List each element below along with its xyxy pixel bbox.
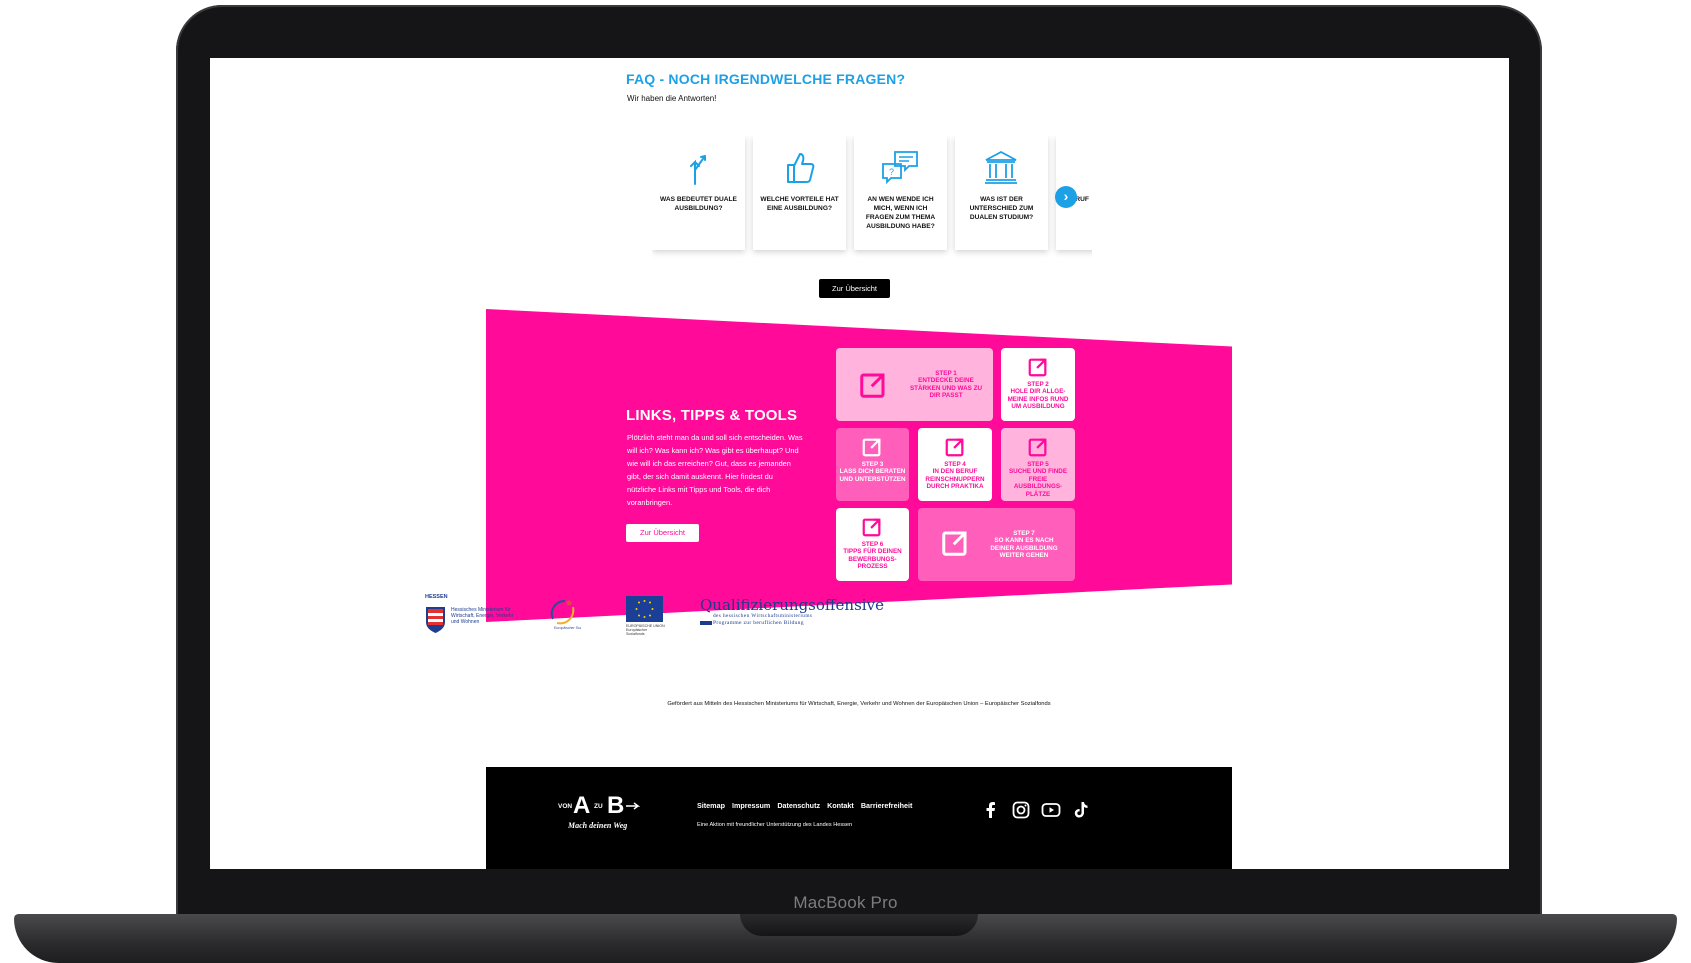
links-description: Plötzlich steht man da und soll sich ent…: [627, 433, 803, 507]
logo-a: A: [573, 792, 590, 819]
step-number: STEP 2: [1027, 381, 1049, 388]
tiktok-icon[interactable]: [1071, 800, 1091, 820]
faq-carousel: WAS BEDEUTET DUALE AUSBILDUNG? WELCHE VO…: [652, 136, 1092, 260]
chat-bubbles-icon: ?: [882, 151, 918, 185]
step-number: STEP 7: [1013, 530, 1035, 537]
footer-link-barrierefreiheit[interactable]: Barrierefreiheit: [861, 801, 913, 810]
footer-link-datenschutz[interactable]: Datenschutz: [777, 801, 820, 810]
device-mockup: FAQ - NOCH IRGENDWELCHE FRAGEN? Wir habe…: [0, 0, 1691, 963]
logo-tagline: Mach deinen Weg: [567, 821, 627, 830]
external-link-icon: [944, 436, 966, 458]
step-number: STEP 1: [935, 370, 957, 377]
faq-overview-button[interactable]: Zur Übersicht: [819, 279, 890, 298]
faq-card-label: AN WEN WENDE ICH MICH, WENN ICH FRAGEN Z…: [865, 196, 936, 230]
qualifizierungsoffensive-program: Programme zur beruflichen Bildung: [713, 620, 804, 626]
chevron-right-icon: ›: [1063, 188, 1069, 204]
faq-card[interactable]: WAS IST DER UNTERSCHIED ZUM DUALEN STUDI…: [955, 136, 1048, 250]
step-text: SUCHE UND FINDE FREIE AUSBILDUNGS-PLÄTZE: [1008, 468, 1068, 498]
hessen-label: HESSEN: [425, 594, 448, 600]
external-link-icon: [861, 436, 883, 458]
step-number: STEP 4: [944, 461, 966, 468]
external-link-icon: [861, 516, 883, 538]
step-tile-1[interactable]: STEP 1 ENTDECKE DEINE STÄRKEN UND WAS ZU …: [836, 348, 993, 421]
carousel-next-button[interactable]: ›: [1055, 186, 1077, 208]
social-links: [981, 800, 1091, 820]
eu-caption: EUROPÄISCHE UNION Europäischer Sozialfon…: [626, 624, 665, 636]
step-text: ENTDECKE DEINE STÄRKEN UND WAS ZU DIR PA…: [909, 377, 983, 400]
faq-title: FAQ - NOCH IRGENDWELCHE FRAGEN?: [626, 71, 906, 87]
links-overview-button[interactable]: Zur Übersicht: [626, 524, 699, 542]
footer-link-kontakt[interactable]: Kontakt: [827, 801, 854, 810]
step-tile-7[interactable]: STEP 7 SO KANN ES NACH DEINER AUSBILDUNG …: [918, 508, 1075, 581]
footer-nav: Sitemap Impressum Datenschutz Kontakt Ba…: [697, 801, 912, 810]
faq-card[interactable]: ? AN WEN WENDE ICH MICH, WENN ICH FRAGEN…: [854, 136, 947, 250]
split-arrow-icon: [690, 155, 706, 185]
faq-subtitle: Wir haben die Antworten!: [627, 94, 717, 103]
browser-viewport: FAQ - NOCH IRGENDWELCHE FRAGEN? Wir habe…: [210, 58, 1509, 869]
faq-card[interactable]: WAS BEDEUTET DUALE AUSBILDUNG?: [652, 136, 745, 250]
hessen-coat-of-arms-icon: [426, 607, 445, 633]
facebook-icon[interactable]: [981, 800, 1001, 820]
step-number: STEP 3: [861, 461, 884, 468]
step-number: STEP 5: [1027, 461, 1049, 468]
qualifizierungsoffensive-sub: des hessischen Wirtschaftsministeriums: [713, 613, 813, 619]
step-text: TIPPS FÜR DEINEN BEWERBUNGS-PROZESS: [843, 548, 902, 571]
youtube-icon[interactable]: [1041, 800, 1061, 820]
step-tile-3[interactable]: STEP 3 LASS DICH BERATEN UND UNTERSTÜTZEN: [836, 428, 909, 501]
instagram-icon[interactable]: [1011, 800, 1031, 820]
von-a-zu-b-logo[interactable]: VON A ZU B Mach deinen Weg: [556, 788, 642, 834]
device-model-label: MacBook Pro: [793, 893, 898, 912]
faq-card-label: WAS BEDEUTET DUALE AUSBILDUNG?: [660, 196, 737, 212]
faq-card-label: WELCHE VORTEILE HAT EINE AUSBILDUNG?: [760, 196, 839, 212]
step-tile-2[interactable]: STEP 2 HOLE DIR ALLGE-MEINE INFOS RUND UM…: [1001, 348, 1075, 421]
logo-zu: ZU: [594, 803, 603, 810]
logo-von: VON: [558, 803, 572, 810]
institution-icon: [985, 150, 1017, 184]
external-link-icon: [1027, 436, 1049, 458]
step-text: LASS DICH BERATEN UND UNTERSTÜTZEN: [839, 468, 906, 483]
laptop-hinge-notch: [740, 914, 978, 936]
svg-text:?: ?: [889, 167, 894, 177]
footer-link-impressum[interactable]: Impressum: [732, 801, 770, 810]
step-text: SO KANN ES NACH DEINER AUSBILDUNG WEITER…: [990, 537, 1058, 560]
step-tile-6[interactable]: STEP 6 TIPPS FÜR DEINEN BEWERBUNGS-PROZES…: [836, 508, 909, 581]
external-link-icon: [858, 370, 888, 400]
faq-card[interactable]: WELCHE VORTEILE HAT EINE AUSBILDUNG?: [753, 136, 846, 250]
footer-note: Eine Aktion mit freundlicher Unterstützu…: [697, 822, 853, 828]
external-link-icon: [940, 528, 970, 558]
footer-link-sitemap[interactable]: Sitemap: [697, 801, 725, 810]
external-link-icon: [1027, 356, 1049, 378]
funding-note: Gefördert aus Mitteln des Hessischen Min…: [667, 701, 1051, 707]
step-text: HOLE DIR ALLGE-MEINE INFOS RUND UM AUSBI…: [1007, 388, 1069, 411]
faq-card-label: WAS IST DER UNTERSCHIED ZUM DUALEN STUDI…: [969, 196, 1034, 221]
step-tile-5[interactable]: STEP 5 SUCHE UND FINDE FREIE AUSBILDUNGS-…: [1001, 428, 1075, 501]
step-tile-4[interactable]: STEP 4 IN DEN BERUF REINSCHNUPPERN DURCH …: [918, 428, 992, 501]
links-title: LINKS, TIPPS & TOOLS: [626, 407, 798, 424]
svg-text:Europäischer Sozialfonds: Europäischer Sozialfonds: [554, 626, 581, 630]
thumbs-up-icon: [787, 153, 815, 183]
logo-b: B: [607, 792, 624, 819]
step-text: IN DEN BERUF REINSCHNUPPERN DURCH PRAKTI…: [925, 468, 985, 491]
qualifizierungsoffensive-mark: [700, 621, 712, 625]
